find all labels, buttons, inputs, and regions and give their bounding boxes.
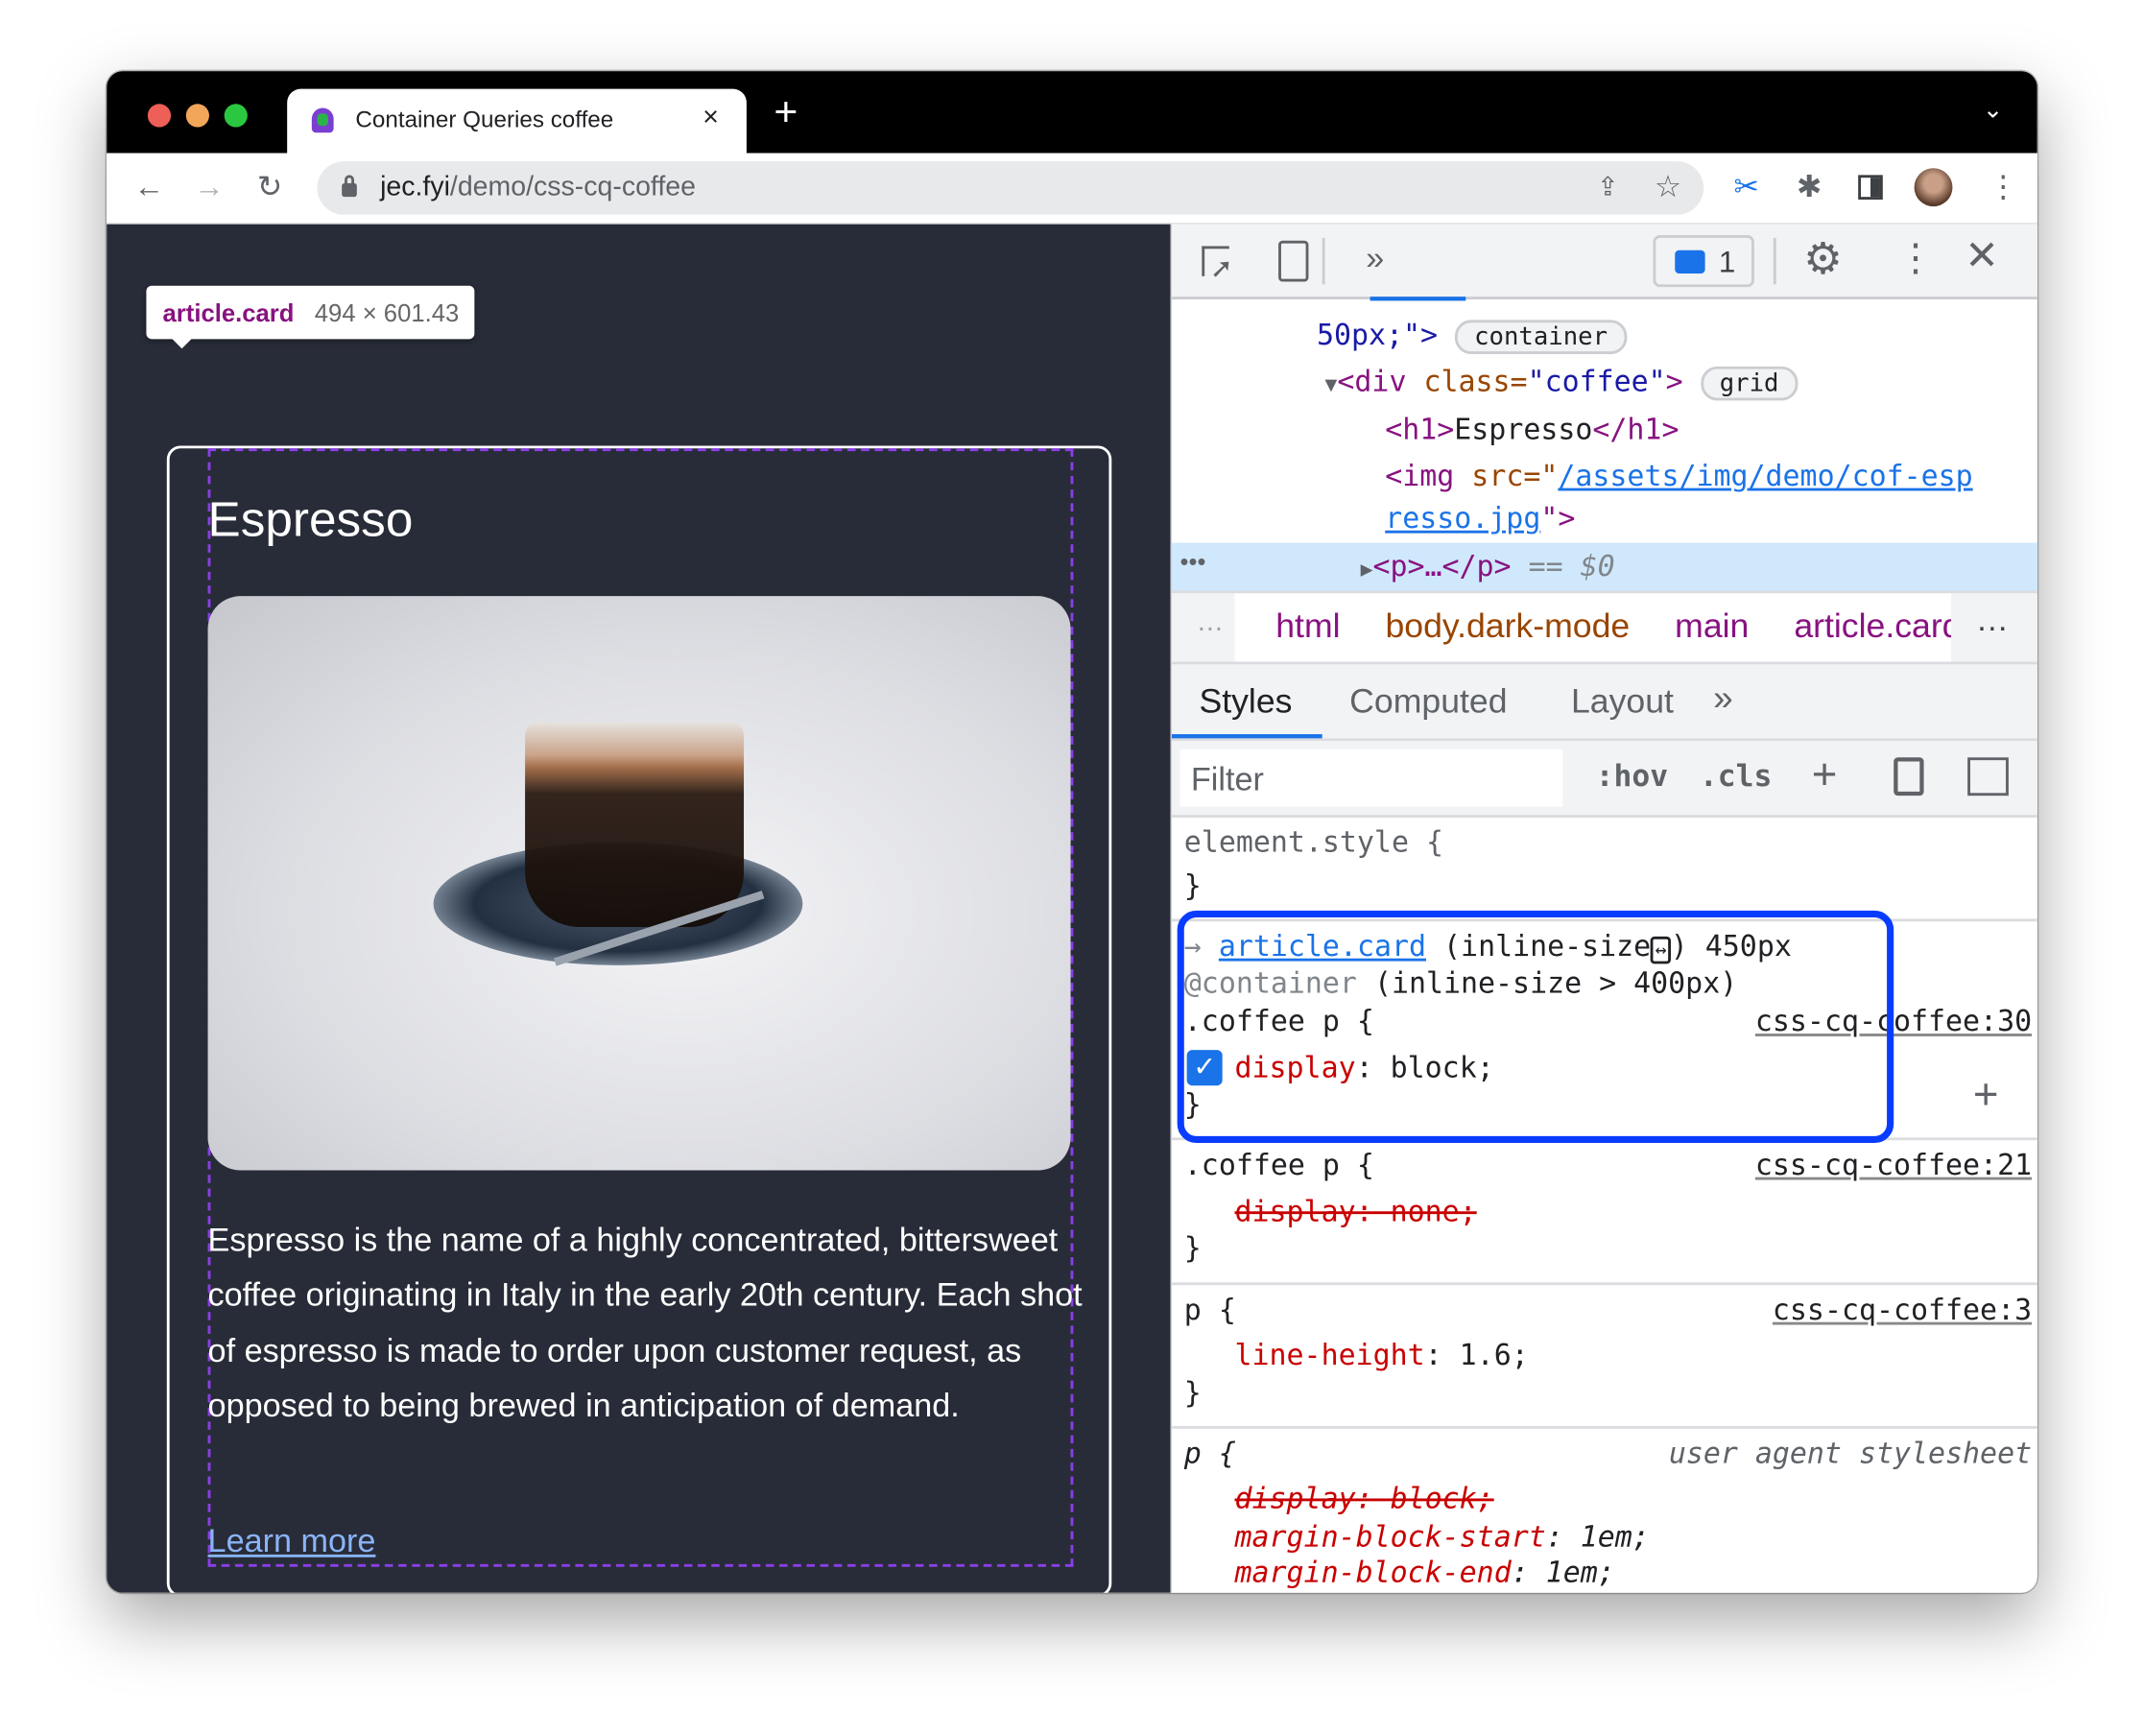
card-title: Espresso <box>207 490 414 547</box>
settings-gear-icon[interactable]: ⚙ <box>1803 232 1843 284</box>
lock-icon <box>342 175 357 198</box>
back-icon[interactable]: ← <box>134 172 164 202</box>
extensions-puzzle-icon[interactable]: ✱ <box>1797 172 1822 202</box>
dom-line-div[interactable]: ▼<div class="coffee"> grid <box>1325 365 1799 401</box>
breadcrumb-more-icon[interactable]: … <box>1976 602 2009 640</box>
hov-button[interactable]: :hov <box>1596 760 1668 795</box>
devtools-menu-icon[interactable]: ⋮ <box>1896 235 1935 280</box>
paint-brush-icon[interactable] <box>1894 757 1924 797</box>
forward-icon[interactable]: → <box>194 172 224 202</box>
rule4-selector: p { <box>1183 1437 1236 1470</box>
tooltip-selector: article.card <box>162 299 295 327</box>
tab-layout[interactable]: Layout <box>1571 682 1674 722</box>
web-page: article.card 494 × 601.43 Espresso Espre… <box>107 224 1171 1593</box>
more-tabs-icon[interactable]: » <box>1366 241 1384 279</box>
tab-styles[interactable]: Styles <box>1199 682 1292 722</box>
grid-badge[interactable]: grid <box>1700 366 1799 401</box>
elements-tab-indicator <box>1370 297 1466 301</box>
expand-triangle-icon[interactable]: ▶ <box>1361 557 1373 582</box>
maximize-window-button[interactable] <box>224 104 248 128</box>
devtools-toolbar: ➚ » 1 ⚙ ⋮ ✕ <box>1171 224 2037 301</box>
favicon-icon <box>311 107 334 133</box>
profile-avatar[interactable] <box>1914 168 1953 207</box>
toggle-sidebar-icon[interactable] <box>1967 757 2009 797</box>
message-icon <box>1675 250 1705 273</box>
expand-triangle-icon[interactable]: ▼ <box>1325 372 1338 397</box>
minimize-window-button[interactable] <box>185 104 209 128</box>
rule4-decl-overridden: display: block; <box>1234 1482 1494 1515</box>
issues-button[interactable]: 1 <box>1653 235 1754 288</box>
toolbar: ← → ↻ jec.fyi/demo/css-cq-coffee ⇪ ☆ ✂ ✱… <box>107 153 2037 225</box>
learn-more-link[interactable]: Learn more <box>208 1523 376 1561</box>
highlight-box <box>1177 910 1894 1144</box>
rule-close: } <box>1183 1376 1202 1410</box>
side-panel-icon[interactable] <box>1858 175 1883 201</box>
tab-bar: Container Queries coffee × + ⌄ <box>107 71 2037 154</box>
address-bar[interactable]: jec.fyi/demo/css-cq-coffee ⇪ ☆ <box>317 161 1704 215</box>
styles-tabs: Styles Computed Layout » <box>1171 664 2037 740</box>
tab-computed[interactable]: Computed <box>1349 682 1507 722</box>
tab-search-chevron-icon[interactable]: ⌄ <box>1983 96 2004 125</box>
filter-input[interactable]: Filter <box>1179 749 1563 807</box>
inspect-element-icon[interactable]: ➚ <box>1202 246 1233 284</box>
selected-dom-row[interactable]: ••• ▶<p>…</p> == $0 <box>1171 542 2037 591</box>
rule3-source-link[interactable]: css-cq-coffee:3 <box>1773 1294 2032 1326</box>
rule2-decl-overridden[interactable]: display: none; <box>1235 1195 1477 1227</box>
close-devtools-icon[interactable]: ✕ <box>1965 232 1999 280</box>
breadcrumb-body[interactable]: body.dark-mode <box>1385 607 1630 646</box>
breadcrumb-article[interactable]: article.card <box>1794 607 1951 646</box>
rule4-decl2: margin-block-start: 1em; <box>1234 1520 1650 1554</box>
dom-line-img-cont[interactable]: resso.jpg"> <box>1385 502 1575 535</box>
user-agent-label: user agent stylesheet <box>1668 1437 2033 1470</box>
rule3-selector[interactable]: p { <box>1184 1294 1236 1326</box>
reload-icon[interactable]: ↻ <box>257 172 282 202</box>
rule2-selector[interactable]: .coffee p { <box>1184 1149 1374 1181</box>
bookmark-star-icon[interactable]: ☆ <box>1655 172 1681 202</box>
devtools-panel: ➚ » 1 ⚙ ⋮ ✕ 50px;"> container ▼<div clas… <box>1170 224 2037 1593</box>
container-badge[interactable]: container <box>1455 320 1627 354</box>
card-description: Espresso is the name of a highly concent… <box>207 1222 1083 1425</box>
more-tabs-icon[interactable]: » <box>1713 677 1733 719</box>
add-declaration-icon[interactable]: + <box>1973 1072 1999 1116</box>
rule-close: } <box>1183 869 1202 903</box>
browser-window: Container Queries coffee × + ⌄ ← → ↻ jec… <box>107 71 2037 1593</box>
close-tab-icon[interactable]: × <box>703 103 719 134</box>
rule2-source-link[interactable]: css-cq-coffee:21 <box>1755 1149 2032 1181</box>
espresso-image <box>207 596 1071 1171</box>
issues-count: 1 <box>1718 245 1736 279</box>
img-src-link[interactable]: /assets/img/demo/cof-esp <box>1558 460 1972 492</box>
breadcrumb-html[interactable]: html <box>1275 607 1340 646</box>
new-tab-button[interactable]: + <box>774 90 798 136</box>
rule4-decl3: margin-block-end: 1em; <box>1234 1556 1615 1589</box>
dom-line-img[interactable]: <img src="/assets/img/demo/cof-esp <box>1385 460 1972 492</box>
rule3-decl[interactable]: line-height: 1.6; <box>1235 1339 1529 1371</box>
device-toolbar-icon[interactable] <box>1278 240 1309 282</box>
close-window-button[interactable] <box>147 104 172 128</box>
url-text: jec.fyi/demo/css-cq-coffee <box>380 172 696 202</box>
cls-button[interactable]: .cls <box>1700 760 1772 795</box>
tab-active[interactable]: Container Queries coffee × <box>287 88 747 154</box>
scissors-icon[interactable]: ✂ <box>1734 172 1759 202</box>
breadcrumb: … html body.dark-mode main article.card … <box>1171 593 2037 662</box>
browser-menu-icon[interactable]: ⋮ <box>1989 172 2018 202</box>
img-src-link-cont[interactable]: resso.jpg <box>1385 502 1540 535</box>
element-style-rule[interactable]: element.style { <box>1184 826 1443 859</box>
row-actions-icon[interactable]: ••• <box>1180 548 1206 577</box>
new-style-rule-icon[interactable]: + <box>1812 749 1838 800</box>
rule-close: } <box>1183 1231 1202 1265</box>
styles-filter-bar: Filter :hov .cls + <box>1171 741 2037 816</box>
tooltip-size: 494 × 601.43 <box>314 299 460 327</box>
tab-title: Container Queries coffee <box>355 107 614 133</box>
dom-line-article[interactable]: 50px;"> container <box>1317 319 1627 354</box>
inspect-tooltip: article.card 494 × 601.43 <box>146 285 475 349</box>
share-icon[interactable]: ⇪ <box>1597 174 1619 203</box>
dom-line-h1[interactable]: <h1>Espresso</h1> <box>1385 413 1679 445</box>
breadcrumb-main[interactable]: main <box>1675 607 1749 646</box>
